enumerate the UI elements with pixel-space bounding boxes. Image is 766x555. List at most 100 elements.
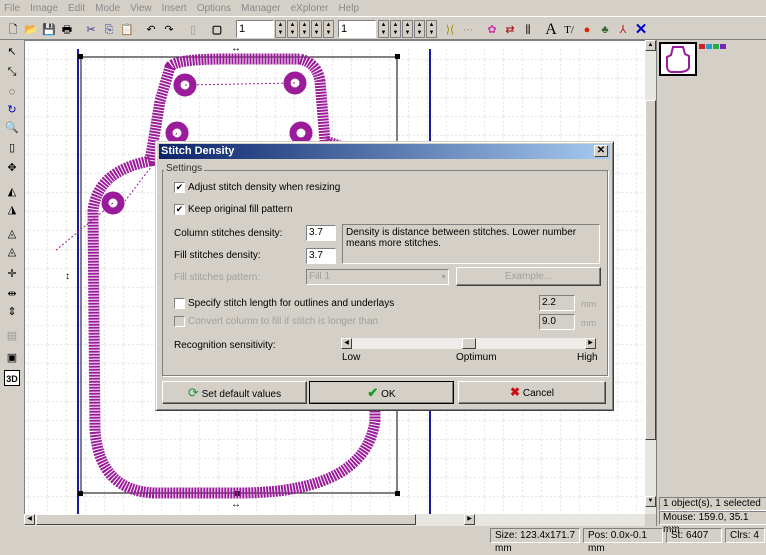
menu-mode[interactable]: Mode [91, 0, 126, 16]
menu-insert[interactable]: Insert [158, 0, 193, 16]
text-path-icon[interactable]: T/ [560, 20, 578, 38]
merge-icon[interactable]: ⋯ [459, 20, 477, 38]
colors-icon[interactable]: ✿ [483, 20, 501, 38]
select-icon[interactable]: ↖ [4, 44, 20, 60]
spin-4[interactable]: ▲ ▼ [311, 20, 322, 38]
mirror-v-icon[interactable]: ◮ [4, 202, 20, 218]
convert-length-input[interactable]: 9.0 [539, 314, 575, 330]
center-icon[interactable]: ✛ [4, 266, 20, 282]
selection-status: 1 object(s), 1 selected [659, 497, 766, 511]
color-swatch-1 [699, 44, 705, 49]
horizontal-thumb[interactable] [36, 514, 416, 525]
slider-right[interactable]: ▶ [585, 338, 596, 349]
menu-view[interactable]: View [126, 0, 158, 16]
column-density-input[interactable]: 3.7 [306, 225, 336, 241]
split-icon[interactable]: ⟩⟨ [441, 20, 459, 38]
vertical-scrollbar[interactable]: ▲ ▼ [645, 40, 656, 514]
grid-icon[interactable]: ▤ [4, 328, 20, 344]
lasso-icon[interactable]: ◌ [4, 84, 20, 100]
preview-icon[interactable]: ▣ [4, 350, 20, 366]
spin-2[interactable]: ▲ ▼ [287, 20, 298, 38]
align-h-icon[interactable]: ⇹ [4, 286, 20, 302]
redwork-icon[interactable]: ● [578, 20, 596, 38]
text-icon[interactable]: A [542, 20, 560, 38]
menu-explorer[interactable]: eXplorer [287, 0, 335, 16]
vertical-thumb[interactable] [645, 100, 656, 440]
ok-button[interactable]: ✔ OK [309, 381, 454, 404]
spin-8[interactable]: ▲ ▼ [402, 20, 413, 38]
menu-options[interactable]: Options [193, 0, 237, 16]
copy-icon[interactable]: ⎘ [100, 20, 118, 38]
menu-edit[interactable]: Edit [64, 0, 91, 16]
toolbar: 🗋 📂 💾 🖶 ✂ ⎘ 📋 ↶ ↷ ▯ ▢ 1 ▲ ▼ ▲ ▼ ▲ ▼ ▲ ▼ ▲ ▼ 1… [0, 16, 766, 40]
menu-file[interactable]: File [0, 0, 26, 16]
paste-icon[interactable]: 📋 [118, 20, 136, 38]
status-pos: Pos: 0.0x-0.1 mm [583, 528, 663, 554]
spin-6[interactable]: ▲ ▼ [378, 20, 389, 38]
horizontal-scrollbar[interactable]: ◀ ▶ [24, 514, 645, 526]
close-button[interactable]: ✕ [594, 145, 608, 157]
menu-manager[interactable]: Manager [237, 0, 286, 16]
example-button[interactable]: Example... [456, 267, 601, 286]
photo-icon[interactable]: ♣ [596, 20, 614, 38]
step-field-1[interactable]: 1 [236, 20, 274, 38]
new-icon[interactable]: 🗋 [4, 20, 22, 38]
stitch-length-input[interactable]: 2.2 [539, 295, 575, 311]
specify-length-checkbox[interactable] [174, 298, 185, 309]
cut-icon[interactable]: ✂ [82, 20, 100, 38]
node-select-icon[interactable]: ⤡ [4, 64, 20, 80]
undo-icon[interactable]: ↶ [142, 20, 160, 38]
check-icon: ✔ [367, 385, 379, 400]
cancel-button[interactable]: ✖ Cancel [458, 381, 606, 404]
status-colors: Clrs: 4 [725, 528, 765, 543]
dialog-title: Stitch Density [161, 145, 235, 157]
keep-fill-checkbox[interactable]: ✔ [174, 204, 185, 215]
3d-icon[interactable]: 3D [4, 370, 20, 386]
align-v-icon[interactable]: ⇕ [4, 304, 20, 320]
spin-5[interactable]: ▲ ▼ [323, 20, 334, 38]
cancel-label: Cancel [522, 388, 554, 399]
page-icon[interactable]: ▯ [184, 20, 202, 38]
redo-icon[interactable]: ↷ [160, 20, 178, 38]
adjust-density-checkbox[interactable]: ✔ [174, 182, 185, 193]
save-icon[interactable]: 💾 [40, 20, 58, 38]
trim-icon[interactable]: ⅄ [614, 20, 632, 38]
convert-column-checkbox[interactable] [174, 316, 185, 327]
set-defaults-button[interactable]: ⟳ Set default values [162, 381, 307, 404]
spin-7[interactable]: ▲ ▼ [390, 20, 401, 38]
spin-3[interactable]: ▲ ▼ [299, 20, 310, 38]
skew2-icon[interactable]: ◬ [4, 244, 20, 260]
spin-9[interactable]: ▲ ▼ [414, 20, 425, 38]
move-icon[interactable]: ✥ [4, 160, 20, 176]
slider-left[interactable]: ◀ [341, 338, 352, 349]
page-icon[interactable]: ▯ [4, 140, 20, 156]
close-design-icon[interactable]: ✕ [632, 20, 650, 38]
column-density-label: Column stitches density: [174, 228, 283, 239]
slider-thumb[interactable] [461, 338, 476, 349]
menu-image[interactable]: Image [26, 0, 64, 16]
print-icon[interactable]: 🖶 [58, 20, 76, 38]
scroll-down[interactable]: ▼ [645, 496, 656, 507]
mirror-h-icon[interactable]: ◭ [4, 184, 20, 200]
zoom-icon[interactable]: 🔍 [4, 120, 20, 136]
color-swatch-3 [713, 44, 719, 49]
recognition-slider[interactable]: ◀ ▶ [341, 338, 596, 349]
stitch-direction-icon[interactable]: ⇄ [501, 20, 519, 38]
spin-1[interactable]: ▲ ▼ [275, 20, 286, 38]
rotate-icon[interactable]: ↻ [4, 102, 20, 118]
scroll-up[interactable]: ▲ [645, 40, 656, 51]
skew-icon[interactable]: ◬ [4, 226, 20, 242]
density-icon[interactable]: ⫼ [519, 20, 537, 38]
scroll-right[interactable]: ▶ [464, 514, 475, 525]
scroll-left[interactable]: ◀ [24, 514, 35, 525]
step-field-2[interactable]: 1 [338, 20, 376, 38]
hoop-icon[interactable]: ▢ [208, 20, 226, 38]
dialog-titlebar[interactable]: Stitch Density ✕ [159, 144, 610, 159]
spin-10[interactable]: ▲ ▼ [426, 20, 437, 38]
open-icon[interactable]: 📂 [22, 20, 40, 38]
menu-help[interactable]: Help [334, 0, 365, 16]
design-thumbnail[interactable] [659, 42, 697, 76]
fill-density-input[interactable]: 3.7 [306, 248, 336, 264]
convert-column-label: Convert column to fill if stitch is long… [188, 316, 379, 327]
fill-pattern-select[interactable]: Fill 1 ▼ [306, 269, 449, 285]
